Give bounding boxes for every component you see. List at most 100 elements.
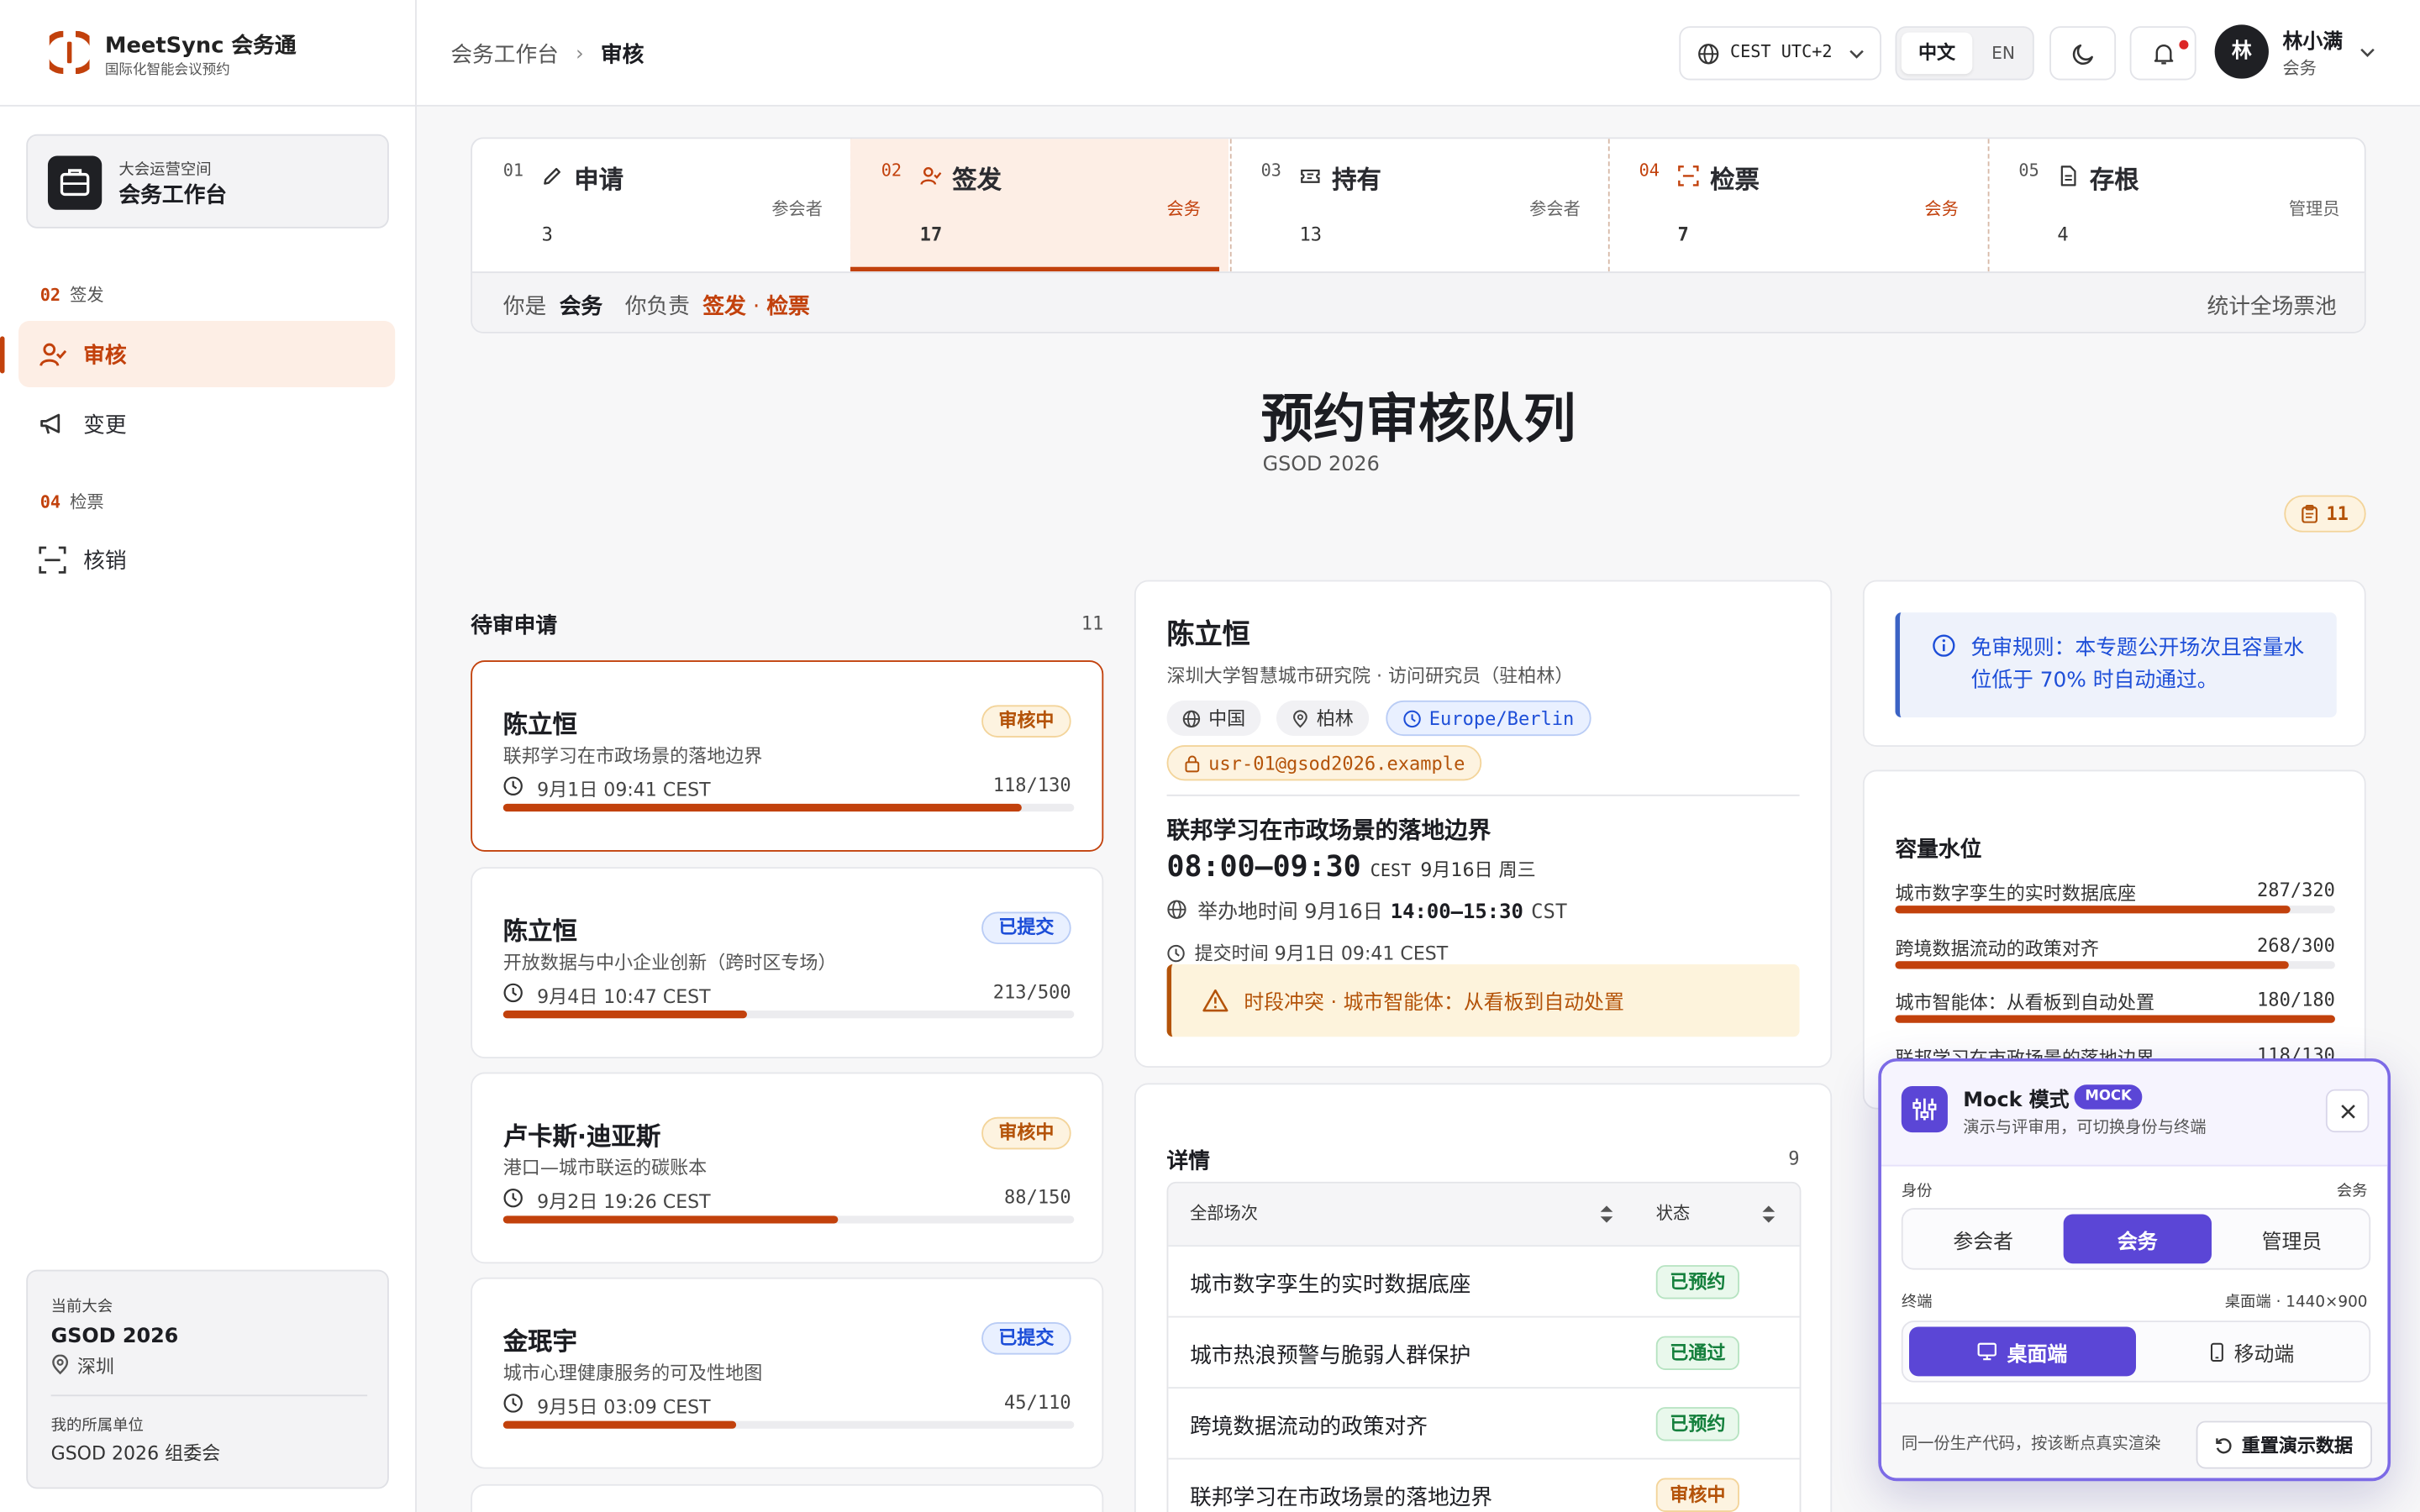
timezone-selector[interactable]: CEST UTC+2 [1679, 26, 1881, 81]
host-time-label: 举办地时间 9月16日 [1197, 900, 1383, 925]
queue-card[interactable]: 陈立恒 审核中 联邦学习在市政场景的落地边界 9月1日 09:41 CEST 118/1… [471, 660, 1104, 852]
session-name: 开放数据与中小企业创新（跨时区专场） [502, 952, 837, 974]
sidebar-item-verify[interactable]: 核销 [18, 526, 395, 592]
capacity-value: 180/180 [2257, 989, 2335, 1011]
step-number: 04 [1639, 160, 1660, 181]
sidebar: MeetSync 会务通 国际化智能会议预约 大会运营空间 会务工作台 02 签发… [0, 0, 417, 1512]
globe-icon [1182, 709, 1201, 727]
warning-icon [1202, 989, 1228, 1012]
terminal-desktop[interactable]: 桌面端 [1908, 1326, 2136, 1377]
applicant-affiliation: 深圳大学智慧城市研究院 · 访问研究员（驻柏林） [1166, 664, 1574, 687]
map-pin-icon [52, 1354, 69, 1375]
clock-icon [503, 776, 523, 796]
step-hold[interactable]: 03 持有 参会者 13 [1230, 139, 1608, 271]
clipboard-icon [2302, 505, 2318, 523]
capacity-row: 跨境数据流动的政策对齐 268/300 [1895, 934, 2335, 971]
step-checkin[interactable]: 04 检票 会务 7 [1608, 139, 1986, 271]
reset-demo-button[interactable]: 重置演示数据 [2196, 1420, 2373, 1469]
country-chip: 中国 [1166, 700, 1261, 737]
theme-toggle-button[interactable] [2049, 26, 2117, 81]
user-role: 会务 [2282, 58, 2317, 79]
step-name: 申请 [574, 165, 624, 195]
table-row[interactable]: 跨境数据流动的政策对齐 已预约 [1168, 1387, 1800, 1457]
step-archive[interactable]: 05 存根 管理员 4 [1988, 139, 2365, 271]
stats-link[interactable]: 统计全场票池 [2207, 290, 2336, 321]
lang-en-button[interactable]: EN [1977, 33, 2029, 75]
user-name[interactable]: 林小满 [2282, 24, 2343, 55]
ticket-icon [1301, 169, 1320, 183]
step-name: 存根 [2089, 165, 2139, 195]
applicant-name: 陈立恒 [1166, 618, 1250, 652]
host-time-range: 14:00–15:30 [1390, 900, 1523, 925]
column-header-session[interactable]: 全部场次 [1190, 1200, 1258, 1225]
capacity-fill [1895, 906, 2291, 914]
capacity-fill [502, 1215, 839, 1224]
briefcase-icon [47, 155, 103, 210]
queue-card[interactable]: 金珉宇 已提交 城市心理健康服务的可及性地图 9月5日 03:09 CEST 45/11… [471, 1277, 1104, 1469]
identity-value: 会务 [2336, 1183, 2368, 1200]
chevron-down-icon [1849, 50, 1864, 59]
step-role: 会务 [1924, 198, 1959, 219]
applicant-detail-card: 陈立恒 深圳大学智慧城市研究院 · 访问研究员（驻柏林） 中国 柏林 Europ… [1134, 580, 1833, 1068]
identity-staff[interactable]: 会务 [2063, 1214, 2212, 1264]
workspace-switcher[interactable]: 大会运营空间 会务工作台 [26, 134, 389, 228]
column-header-status[interactable]: 状态 [1656, 1200, 1690, 1225]
capacity-count: 118/130 [992, 774, 1071, 796]
conference-card[interactable]: 当前大会 GSOD 2026 深圳 我的所属单位 GSOD 2026 组委会 [26, 1269, 389, 1489]
queue-count: 11 [1081, 612, 1104, 634]
file-icon [2060, 165, 2076, 186]
close-button[interactable] [2325, 1089, 2370, 1133]
capacity-title: 容量水位 [1895, 837, 1982, 863]
step-apply[interactable]: 01 申请 参会者 3 [472, 139, 850, 271]
status-badge: 审核中 [1655, 1478, 1739, 1512]
divider [50, 1394, 368, 1397]
pending-count: 11 [2326, 502, 2349, 525]
queue-card[interactable]: 陈立恒 已提交 开放数据与中小企业创新（跨时区专场） 9月4日 10:47 CEST 2… [471, 867, 1104, 1058]
terminal-mobile[interactable]: 移动端 [2139, 1327, 2366, 1377]
step-number: 03 [1260, 160, 1281, 181]
session-name: 城市心理健康服务的可及性地图 [502, 1362, 763, 1384]
pending-count-badge[interactable]: 11 [2284, 495, 2366, 533]
submitted-label: 提交时间 9月1日 09:41 CEST [1194, 942, 1449, 964]
you-are-label: 你是 [502, 294, 547, 320]
identity-switcher: 参会者 会务 管理员 [1901, 1208, 2371, 1270]
sort-icon[interactable] [1599, 1204, 1614, 1226]
session-name: 城市智能体：从看板到自动处置 [1895, 991, 2155, 1014]
step-issue[interactable]: 02 签发 会务 17 [850, 139, 1229, 272]
table-row[interactable]: 城市热浪预警与脆弱人群保护 已通过 [1168, 1315, 1800, 1387]
breadcrumb-parent[interactable]: 会务工作台 [450, 39, 559, 70]
step-number: 01 [502, 160, 524, 181]
identity-label: 身份 [1901, 1183, 1933, 1200]
brand-name: MeetSync 会务通 [104, 34, 297, 59]
sidebar-item-change[interactable]: 变更 [18, 391, 395, 457]
section-label: 检票 [70, 491, 104, 512]
city-label: 柏林 [1316, 708, 1354, 730]
identity-attendee[interactable]: 参会者 [1909, 1214, 2057, 1263]
capacity-fill [502, 1420, 737, 1429]
sessions-title: 详情 [1166, 1149, 1210, 1174]
session-name: 城市数字孪生的实时数据底座 [1190, 1273, 1471, 1298]
reset-label: 重置演示数据 [2241, 1435, 2354, 1457]
clock-icon [503, 1188, 523, 1208]
notifications-button[interactable] [2129, 26, 2196, 81]
step-role: 参会者 [1529, 198, 1581, 219]
sidebar-item-review[interactable]: 审核 [18, 321, 396, 388]
table-row[interactable]: 联邦学习在市政场景的落地边界 审核中 [1168, 1457, 1800, 1512]
local-time-range: 08:00–09:30 [1166, 850, 1361, 885]
lock-icon [1185, 754, 1200, 772]
duty-issue: 签发 [702, 294, 746, 320]
capacity-track [502, 1011, 1075, 1019]
globe-icon [1167, 900, 1186, 919]
list-item[interactable] [471, 1483, 1104, 1512]
lang-zh-button[interactable]: 中文 [1901, 32, 1973, 75]
queue-card[interactable]: 卢卡斯·迪亚斯 审核中 港口—城市联运的碳账本 9月2日 19:26 CEST 88/1… [471, 1072, 1104, 1264]
table-row[interactable]: 城市数字孪生的实时数据底座 已预约 [1168, 1245, 1800, 1315]
chevron-down-icon[interactable] [2360, 46, 2375, 59]
identity-admin[interactable]: 管理员 [2217, 1214, 2365, 1263]
avatar[interactable]: 林 [2214, 24, 2269, 79]
status-badge: 已预约 [1655, 1265, 1739, 1299]
clock-icon [1167, 943, 1185, 962]
capacity-track [502, 1215, 1075, 1224]
sort-icon[interactable] [1761, 1204, 1776, 1226]
workspace-name: 会务工作台 [118, 183, 227, 208]
